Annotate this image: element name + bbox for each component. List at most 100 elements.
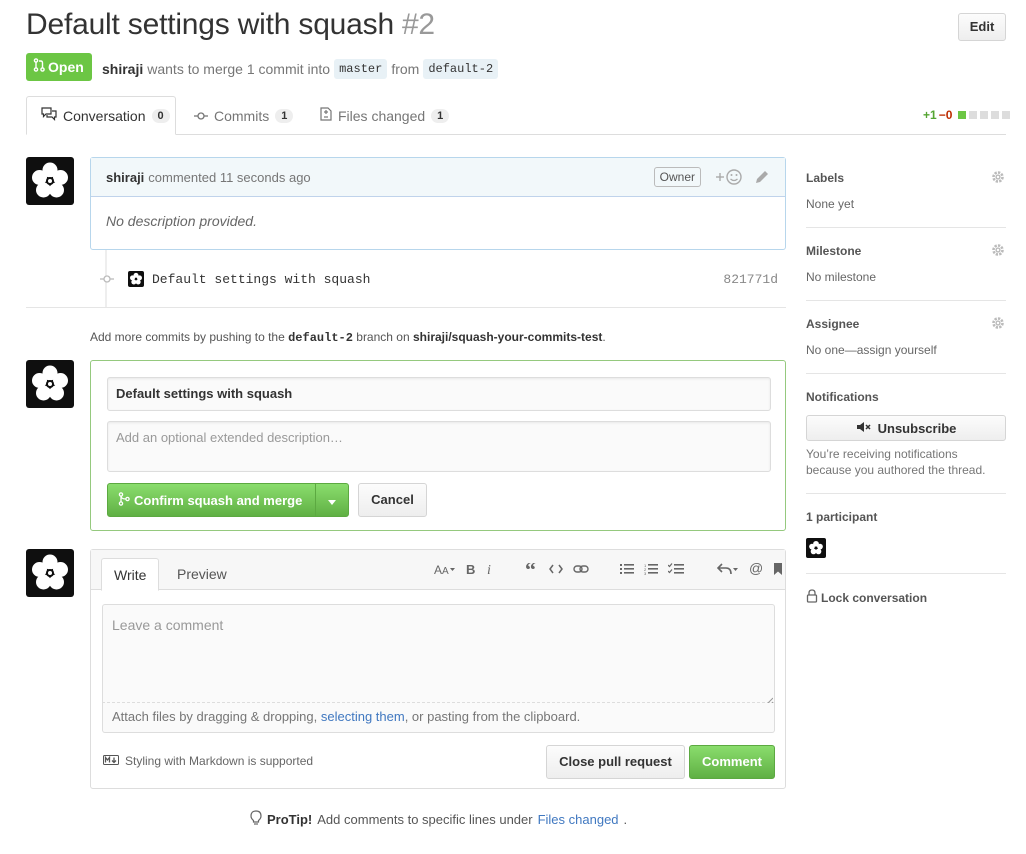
milestone-heading[interactable]: Milestone <box>806 244 861 258</box>
svg-text:“: “ <box>525 563 536 575</box>
reply-icon[interactable] <box>717 563 739 575</box>
sidebar-divider <box>806 573 1006 574</box>
diffstat-deletions: −0 <box>938 108 953 122</box>
add-reaction-icon[interactable] <box>715 168 743 189</box>
comment-author[interactable]: shiraji <box>106 170 144 185</box>
tab-files-changed-label: Files changed <box>338 107 426 124</box>
italic-icon[interactable]: i <box>486 563 494 575</box>
tab-conversation[interactable]: Conversation 0 <box>26 96 176 135</box>
merge-info-branch: default-2 <box>288 331 353 345</box>
text-size-icon[interactable]: AA <box>434 563 456 575</box>
unordered-list-icon[interactable] <box>620 563 634 575</box>
base-branch: master <box>334 59 388 79</box>
tab-write[interactable]: Write <box>101 558 160 591</box>
tab-commits-count: 1 <box>275 108 294 123</box>
pr-author-link[interactable]: shiraji <box>102 61 143 77</box>
svg-text:@: @ <box>749 562 763 576</box>
participant-avatar[interactable] <box>806 538 826 558</box>
ordered-list-icon[interactable]: 123 <box>644 563 658 575</box>
merge-info: Add more commits by pushing to the defau… <box>90 330 606 345</box>
lock-conversation-link[interactable]: Lock conversation <box>806 589 927 606</box>
flower-crest-icon <box>32 365 68 401</box>
commit-icon <box>100 272 114 287</box>
attach-files-bar[interactable]: Attach files by dragging & dropping, sel… <box>102 703 775 733</box>
avatar[interactable] <box>26 549 74 597</box>
unsubscribe-label: Unsubscribe <box>877 420 957 436</box>
commit-description-input[interactable]: Add an optional extended description… <box>107 421 771 472</box>
svg-text:A: A <box>442 566 449 575</box>
diffstat-block-neutral <box>980 111 989 119</box>
flower-crest-icon <box>130 272 142 285</box>
tab-commits[interactable]: Commits 1 <box>180 96 307 135</box>
comment-timestamp: commented 11 seconds ago <box>148 169 311 185</box>
flower-crest-icon <box>32 554 68 590</box>
comment-textarea[interactable]: Leave a comment <box>102 604 775 703</box>
tab-files-changed[interactable]: Files changed 1 <box>306 96 463 135</box>
merge-info-prefix: Add more commits by pushing to the <box>90 330 285 344</box>
commit-title-input[interactable]: Default settings with squash <box>107 377 771 411</box>
edit-pencil-icon[interactable] <box>754 169 770 188</box>
state-label: Open <box>48 59 84 75</box>
comment-button[interactable]: Comment <box>689 745 775 779</box>
pull-request-icon <box>33 53 45 81</box>
mention-icon[interactable]: @ <box>749 562 763 576</box>
assignee-heading[interactable]: Assignee <box>806 317 859 331</box>
close-pull-request-button[interactable]: Close pull request <box>546 745 685 779</box>
code-icon[interactable] <box>549 564 563 574</box>
task-list-icon[interactable] <box>668 563 684 575</box>
pr-title-text: Default settings with squash <box>26 8 394 41</box>
diffstat-additions: +1 <box>923 108 937 122</box>
svg-text:A: A <box>434 563 442 575</box>
files-changed-link[interactable]: Files changed <box>538 812 619 827</box>
gear-icon[interactable] <box>991 316 1005 333</box>
commit-message[interactable]: Default settings with squash <box>152 272 370 287</box>
avatar[interactable] <box>128 271 144 287</box>
merge-info-suffix: . <box>602 330 606 344</box>
sidebar-divider <box>806 373 1006 374</box>
state-badge: Open <box>26 53 92 81</box>
lightbulb-icon <box>250 810 262 829</box>
commit-icon <box>194 108 208 124</box>
diffstat-block-neutral <box>1002 111 1011 119</box>
cancel-button[interactable]: Cancel <box>358 483 427 517</box>
tab-preview[interactable]: Preview <box>165 558 239 591</box>
attach-prefix: Attach files by dragging & dropping, <box>112 709 318 724</box>
assignee-value[interactable]: No one—assign yourself <box>806 343 937 357</box>
selecting-them-link[interactable]: selecting them <box>321 709 405 724</box>
avatar[interactable] <box>26 157 74 205</box>
pr-number: #2 <box>401 8 435 41</box>
protip-suffix: . <box>623 812 628 827</box>
confirm-squash-merge-button[interactable]: Confirm squash and merge <box>107 483 317 517</box>
pr-title: Default settings with squash #2 <box>26 8 435 42</box>
sidebar-divider <box>806 227 1006 228</box>
edit-button[interactable]: Edit <box>958 13 1006 41</box>
svg-text:B: B <box>466 563 475 575</box>
new-comment-header: Write Preview AA B i “ 123 @ <box>91 550 785 591</box>
protip-text: Add comments to specific lines under <box>317 812 533 827</box>
markdown-note[interactable]: Styling with Markdown is supported <box>103 754 313 768</box>
gear-icon[interactable] <box>991 243 1005 260</box>
flower-crest-icon <box>32 162 68 198</box>
merge-method-dropdown[interactable] <box>315 483 349 517</box>
tab-conversation-label: Conversation <box>63 107 146 124</box>
gear-icon[interactable] <box>991 170 1005 187</box>
bold-icon[interactable]: B <box>466 563 476 575</box>
bookmark-icon[interactable] <box>773 562 783 576</box>
diffstat-block-added <box>958 111 967 119</box>
commit-sha[interactable]: 821771d <box>723 272 778 287</box>
diffstat[interactable]: +1 −0 <box>923 108 1011 122</box>
markdown-icon <box>103 754 119 768</box>
tab-conversation-count: 0 <box>151 108 170 123</box>
milestone-value: No milestone <box>806 270 877 284</box>
new-comment-box: Write Preview AA B i “ 123 @ Leave a com… <box>90 549 786 789</box>
labels-heading[interactable]: Labels <box>806 171 844 185</box>
link-icon[interactable] <box>573 563 589 575</box>
merge-info-middle: branch on <box>356 330 410 344</box>
avatar[interactable] <box>26 360 74 408</box>
unsubscribe-button[interactable]: Unsubscribe <box>806 415 1006 441</box>
merge-info-repo[interactable]: shiraji/squash-your-commits-test <box>413 330 602 344</box>
protip: ProTip! Add comments to specific lines u… <box>250 810 627 829</box>
file-diff-icon <box>320 107 332 124</box>
timeline-divider <box>26 307 786 308</box>
quote-icon[interactable]: “ <box>525 563 539 575</box>
